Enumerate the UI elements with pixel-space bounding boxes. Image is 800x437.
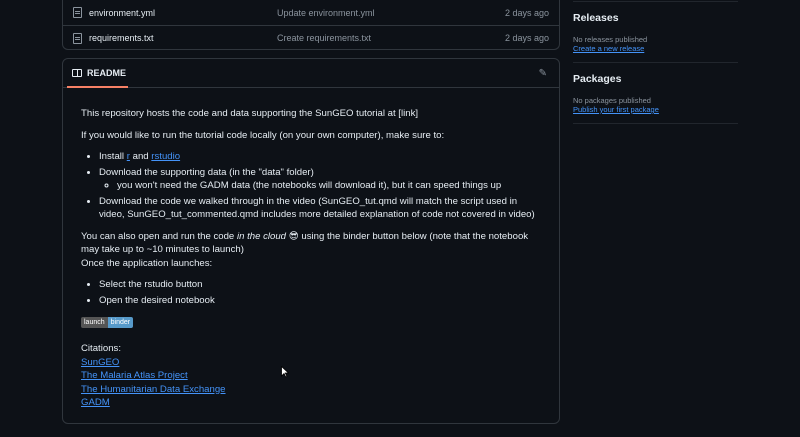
citation-link[interactable]: The Humanitarian Data Exchange (81, 384, 226, 395)
packages-heading[interactable]: Packages (573, 73, 621, 85)
readme-local-run: If you would like to run the tutorial co… (81, 129, 445, 141)
cloud-emphasis: in the cloud (236, 230, 287, 242)
list-item: Download the code we walked through in t… (99, 195, 541, 222)
citations: Citations: SunGEO The Malaria Atlas Proj… (81, 342, 541, 410)
citation-link[interactable]: GADM (81, 397, 110, 408)
commit-date: 2 days ago (504, 7, 549, 18)
book-icon (72, 69, 82, 77)
file-row[interactable]: requirements.txt Create requirements.txt… (63, 25, 559, 50)
releases-empty-text: No releases published (573, 35, 648, 44)
file-list: environment.yml Update environment.yml 2… (62, 0, 560, 50)
sub-list: you won't need the GADM data (the notebo… (117, 179, 541, 193)
list-item: Install r and rstudio (99, 150, 541, 164)
file-row[interactable]: environment.yml Update environment.yml 2… (63, 0, 559, 25)
commit-message[interactable]: Update environment.yml (277, 8, 477, 18)
readme-tab-label: README (87, 68, 127, 78)
sidebar-divider (573, 123, 738, 124)
list-item: Select the rstudio button (99, 278, 541, 292)
citations-label: Citations: (81, 343, 121, 354)
citation-link[interactable]: SunGEO (81, 357, 119, 368)
sunglasses-emoji: 😎 (288, 230, 299, 242)
binder-badge[interactable]: launch binder (81, 317, 134, 328)
list-item: Download the supporting data (in the "da… (99, 166, 541, 193)
badge-launch: launch (81, 317, 108, 328)
readme-body: This repository hosts the code and data … (63, 88, 559, 410)
tab-readme[interactable]: README (72, 68, 126, 78)
readme-panel: README ✎ This repository hosts the code … (62, 58, 560, 424)
file-name[interactable]: requirements.txt (89, 33, 277, 43)
list-item: Open the desired notebook (99, 294, 541, 308)
install-prefix: Install (99, 151, 125, 162)
steps-list: Select the rstudio button Open the desir… (99, 278, 541, 307)
commit-message[interactable]: Create requirements.txt (277, 33, 477, 43)
list-item: you won't need the GADM data (the notebo… (117, 179, 541, 193)
tab-underline (67, 86, 128, 88)
file-icon (73, 7, 82, 18)
citation-link[interactable]: The Malaria Atlas Project (81, 370, 188, 381)
commit-date: 2 days ago (504, 33, 549, 43)
sidebar-divider (573, 1, 738, 2)
create-release-link[interactable]: Create a new release (573, 44, 644, 53)
sidebar-divider (573, 62, 738, 63)
cloud-paragraph: You can also open and run the code in th… (81, 230, 541, 257)
app-launch-text: Once the application launches: (81, 257, 213, 269)
releases-heading[interactable]: Releases (573, 12, 619, 24)
cloud-prefix: You can also open and run the code (81, 230, 235, 242)
download-data-text: Download the supporting data (in the "da… (99, 166, 314, 178)
install-and: and (132, 151, 149, 162)
badge-binder: binder (107, 317, 134, 328)
readme-intro: This repository hosts the code and data … (81, 108, 419, 119)
setup-list: Install r and rstudio Download the suppo… (99, 150, 541, 222)
rstudio-link[interactable]: rstudio (151, 151, 180, 162)
file-icon (73, 32, 82, 44)
readme-header: README ✎ (63, 59, 559, 88)
r-link[interactable]: r (127, 151, 130, 162)
publish-package-link[interactable]: Publish your first package (573, 105, 659, 114)
packages-empty-text: No packages published (573, 96, 651, 105)
file-name[interactable]: environment.yml (89, 8, 277, 18)
pencil-icon[interactable]: ✎ (539, 68, 547, 79)
mouse-cursor-icon (281, 366, 289, 378)
